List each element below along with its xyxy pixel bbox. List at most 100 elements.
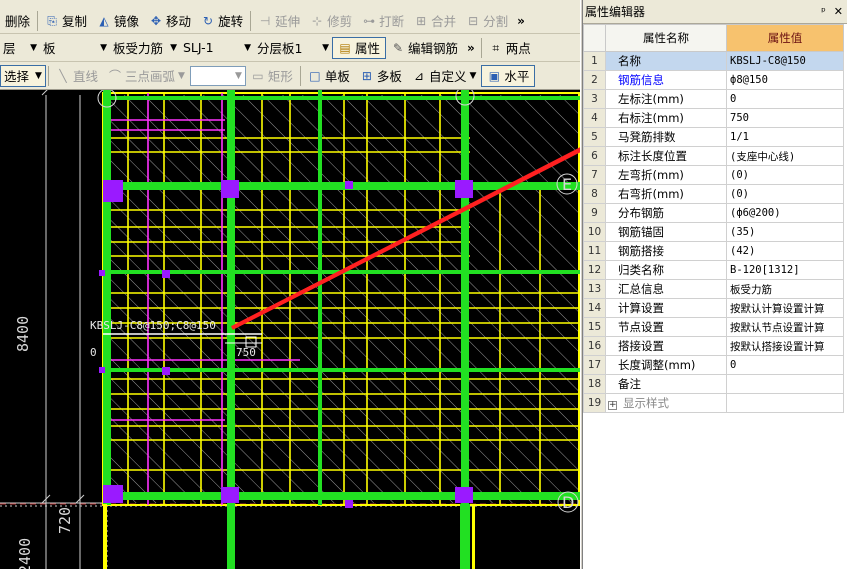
select-button[interactable]: 选择 ▼ [0, 64, 46, 87]
property-row[interactable]: 16 搭接设置 按默认搭接设置计算 [583, 336, 844, 356]
drawing-canvas[interactable]: E D 8400 720 2400 KBSLJ-C8@150;C8@150 0 … [0, 90, 580, 569]
property-button[interactable]: ▤ 属性 [332, 36, 387, 59]
split-button[interactable]: ⊟ 分割 [461, 10, 513, 32]
axis-label-d: D [562, 493, 574, 512]
copy-button[interactable]: ⎘ 复制 [40, 10, 92, 32]
property-name: + 显示样式 [605, 393, 727, 413]
column-header-name: 属性名称 [605, 24, 727, 52]
property-row[interactable]: 19 + 显示样式 [583, 393, 844, 413]
rotate-icon: ↻ [203, 13, 214, 28]
property-name: 计算设置 [605, 298, 727, 318]
property-value[interactable]: 0 [726, 89, 844, 109]
property-value[interactable] [726, 374, 844, 394]
property-row[interactable]: 3 左标注(mm) 0 [583, 89, 844, 109]
line-button[interactable]: ╲ 直线 [51, 65, 103, 87]
chevron-down-icon: ▼ [170, 42, 177, 53]
property-value[interactable]: 1/1 [726, 127, 844, 147]
property-row[interactable]: 14 计算设置 按默认计算设置计算 [583, 298, 844, 318]
property-row[interactable]: 6 标注长度位置 (支座中心线) [583, 146, 844, 166]
property-row[interactable]: 13 汇总信息 板受力筋 [583, 279, 844, 299]
property-row[interactable]: 11 钢筋搭接 (42) [583, 241, 844, 261]
rebar-label: KBSLJ-C8@150;C8@150 [90, 319, 216, 332]
property-value[interactable]: 0 [726, 355, 844, 375]
arc-button[interactable]: ⌒ 三点画弧 ▼ [103, 65, 190, 87]
break-button[interactable]: ⊶ 打断 [357, 10, 409, 32]
delete-button[interactable]: 删除 [0, 10, 35, 32]
slab-plan-drawing[interactable]: E D [0, 90, 580, 569]
rect-button[interactable]: ▭ 矩形 [246, 65, 298, 87]
property-row[interactable]: 9 分布钢筋 (ф6@200) [583, 203, 844, 223]
property-name: 马凳筋排数 [605, 127, 727, 147]
draw-toolbar: 选择 ▼ ╲ 直线 ⌒ 三点画弧 ▼ ▼ ▭ 矩形 □ 单板 ⊞ 多板 ⊿ 自定义 ▼ ▣ 水平 [0, 62, 580, 90]
rebar-right-annotation: 750 [236, 346, 256, 359]
property-name: 右标注(mm) [605, 108, 727, 128]
axis-label-e: E [562, 175, 572, 194]
category-selector[interactable]: 板 ▼ [40, 37, 110, 59]
dimension-text-2400: 2400 [16, 537, 34, 569]
floor-selector[interactable]: 层 ▼ [0, 37, 40, 59]
property-row[interactable]: 7 左弯折(mm) (0) [583, 165, 844, 185]
property-value[interactable]: 板受力筋 [726, 279, 844, 299]
property-name: 左弯折(mm) [605, 165, 727, 185]
property-value[interactable]: 按默认计算设置计算 [726, 298, 844, 318]
pin-icon[interactable]: ᵖ [821, 5, 826, 18]
property-value[interactable]: 按默认搭接设置计算 [726, 336, 844, 356]
layer-selector[interactable]: 分层板1 ▼ [254, 37, 332, 59]
chevron-down-icon: ▼ [244, 42, 251, 53]
horizontal-button[interactable]: ▣ 水平 [481, 64, 536, 87]
single-board-button[interactable]: □ 单板 [303, 65, 355, 87]
chevron-down-icon: ▼ [35, 70, 42, 81]
merge-button[interactable]: ⊞ 合并 [409, 10, 461, 32]
row-number: 6 [583, 146, 606, 166]
expand-icon[interactable]: + [608, 401, 617, 410]
property-value[interactable]: (42) [726, 241, 844, 261]
toolbar-overflow-button[interactable]: » [513, 14, 529, 28]
property-icon: ▤ [339, 40, 351, 55]
arc-mode-combo[interactable]: ▼ [189, 65, 246, 86]
property-value[interactable]: 750 [726, 108, 844, 128]
property-row[interactable]: 12 归类名称 B-120[1312] [583, 260, 844, 280]
custom-button[interactable]: ⊿ 自定义 ▼ [407, 65, 481, 87]
property-value[interactable]: (ф6@200) [726, 203, 844, 223]
property-value[interactable]: B-120[1312] [726, 260, 844, 280]
rotate-button[interactable]: ↻ 旋转 [196, 10, 248, 32]
toolbar-overflow-button[interactable]: » [463, 41, 479, 55]
two-points-button[interactable]: ⌗ 两点 [484, 37, 536, 59]
move-button[interactable]: ✥ 移动 [144, 10, 196, 32]
property-row[interactable]: 15 节点设置 按默认节点设置计算 [583, 317, 844, 337]
extend-icon: ⊣ [259, 13, 271, 28]
property-table-header: 属性名称 属性值 [583, 24, 844, 52]
property-value[interactable]: (0) [726, 184, 844, 204]
property-value[interactable]: (35) [726, 222, 844, 242]
extend-button[interactable]: ⊣ 延伸 [253, 10, 305, 32]
property-name: 名称 [605, 51, 727, 71]
rebar-left-annotation: 0 [90, 346, 97, 359]
property-row[interactable]: 17 长度调整(mm) 0 [583, 355, 844, 375]
property-value[interactable]: ф8@150 [726, 70, 844, 90]
property-row[interactable]: 8 右弯折(mm) (0) [583, 184, 844, 204]
dimension-tick [41, 90, 48, 96]
element-name-selector[interactable]: SLJ-1 ▼ [180, 37, 254, 59]
property-row[interactable]: 10 钢筋锚固 (35) [583, 222, 844, 242]
edit-rebar-button[interactable]: ✎ 编辑钢筋 [386, 37, 463, 59]
property-row[interactable]: 5 马凳筋排数 1/1 [583, 127, 844, 147]
panel-titlebar: 属性编辑器 ᵖ ✕ [583, 0, 847, 24]
property-row[interactable]: 4 右标注(mm) 750 [583, 108, 844, 128]
property-row[interactable]: 18 备注 [583, 374, 844, 394]
row-number: 9 [583, 203, 606, 223]
mirror-button[interactable]: ◭ 镜像 [92, 10, 144, 32]
property-value[interactable]: 按默认节点设置计算 [726, 317, 844, 337]
property-value[interactable]: KBSLJ-C8@150 [726, 51, 844, 71]
property-name: 标注长度位置 [605, 146, 727, 166]
close-icon[interactable]: ✕ [834, 5, 843, 18]
element-type-selector[interactable]: 板受力筋 ▼ [110, 37, 180, 59]
property-row[interactable]: 1 名称 KBSLJ-C8@150 [583, 51, 844, 71]
split-icon: ⊟ [468, 13, 479, 28]
property-value[interactable]: (0) [726, 165, 844, 185]
property-value[interactable] [726, 393, 844, 413]
row-number: 3 [583, 89, 606, 109]
property-value[interactable]: (支座中心线) [726, 146, 844, 166]
multi-board-button[interactable]: ⊞ 多板 [355, 65, 407, 87]
property-row[interactable]: 2 钢筋信息 ф8@150 [583, 70, 844, 90]
trim-button[interactable]: ⊹ 修剪 [305, 10, 357, 32]
